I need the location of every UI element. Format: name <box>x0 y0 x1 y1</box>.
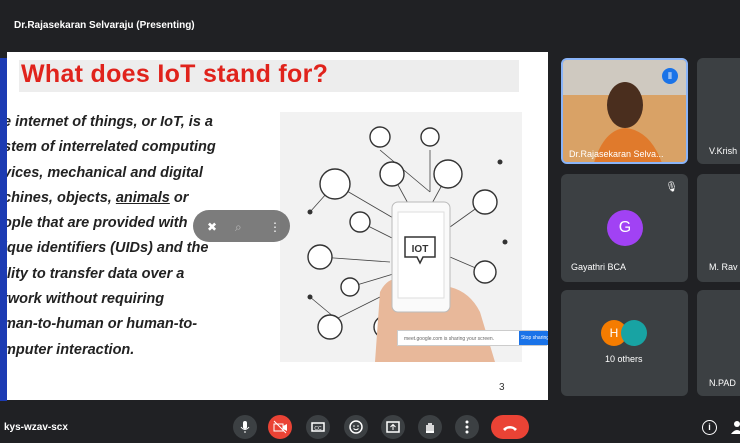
participant-name: Dr.Rajasekaran Selva... <box>569 149 664 159</box>
emoji-button[interactable] <box>344 415 368 439</box>
captions-button[interactable]: CC <box>306 415 330 439</box>
raise-hand-button[interactable] <box>418 415 442 439</box>
raise-hand-icon <box>426 423 434 433</box>
camera-button[interactable] <box>268 415 292 439</box>
mic-icon <box>240 421 250 433</box>
participant-tile-partial[interactable]: V.Krish <box>697 58 740 164</box>
present-button[interactable] <box>381 415 405 439</box>
speaking-indicator-icon: ⦀ <box>662 68 678 84</box>
avatar <box>621 320 647 346</box>
slide-page-marker: 3 <box>499 382 505 393</box>
iot-badge-text: IOT <box>412 244 429 255</box>
participant-tile-others[interactable]: H 10 others <box>561 290 688 396</box>
meet-window: Dr.Rajasekaran Selvaraju (Presenting) Wh… <box>0 0 740 443</box>
participant-tile-presenter[interactable]: Dr.Rajasekaran Selva... ⦀ <box>561 58 688 164</box>
participant-name: V.Krish <box>709 146 738 156</box>
slide-title: What does IoT stand for? <box>21 60 329 88</box>
captions-icon: CC <box>311 422 325 432</box>
present-icon <box>386 421 400 433</box>
iot-illustration: IOT <box>280 112 522 362</box>
mic-button[interactable] <box>233 415 257 439</box>
slide-line: e internet of things, or IoT, is a <box>7 114 213 130</box>
participant-tile-partial[interactable]: M. Rav <box>697 174 740 282</box>
stop-sharing-button[interactable]: Stop sharing <box>519 331 548 345</box>
participant-name: M. Rav <box>709 262 738 272</box>
participant-name: Gayathri BCA <box>571 262 627 272</box>
more-options-button[interactable] <box>455 415 479 439</box>
more-options-icon <box>465 420 469 434</box>
participant-tile-gayathri[interactable]: G Gayathri BCA 🎙 <box>561 174 688 282</box>
more-options-icon[interactable]: ⋮ <box>269 220 281 234</box>
unpin-icon[interactable]: ✖ <box>207 220 217 234</box>
emoji-icon <box>349 420 363 434</box>
slide-line: stem of interrelated computing <box>7 139 216 156</box>
participant-name: 10 others <box>605 354 643 364</box>
zoom-icon[interactable]: ⌕ <box>235 220 242 235</box>
slide-line: mputer interaction. <box>7 341 135 358</box>
presenter-label: Dr.Rajasekaran Selvaraju (Presenting) <box>14 20 195 31</box>
avatar: G <box>607 210 643 246</box>
slide-line: vices, mechanical and digital <box>7 164 203 181</box>
end-call-button[interactable] <box>491 415 529 439</box>
slide-line: chines, objects, animals or <box>7 189 189 206</box>
mic-off-icon: 🎙 <box>665 182 678 193</box>
svg-text:CC: CC <box>314 426 322 432</box>
end-call-icon <box>503 426 517 431</box>
people-icon[interactable] <box>730 420 740 434</box>
slide-line: ility to transfer data over a <box>7 265 185 282</box>
participant-tile-partial[interactable]: N.PAD <box>697 290 740 396</box>
slide-line: twork without requiring <box>7 291 165 308</box>
meeting-code: kys-wzav-scx <box>4 422 68 433</box>
info-icon[interactable]: i <box>702 420 717 435</box>
slide-line: man-to-human or human-to- <box>7 316 198 333</box>
participant-name: N.PAD <box>709 378 736 388</box>
camera-off-icon <box>273 420 287 434</box>
underlined-word: animals <box>115 189 170 206</box>
left-accent-bar <box>0 58 7 401</box>
presentation-tools-pill: ✖ ⌕ ⋮ <box>193 210 290 242</box>
